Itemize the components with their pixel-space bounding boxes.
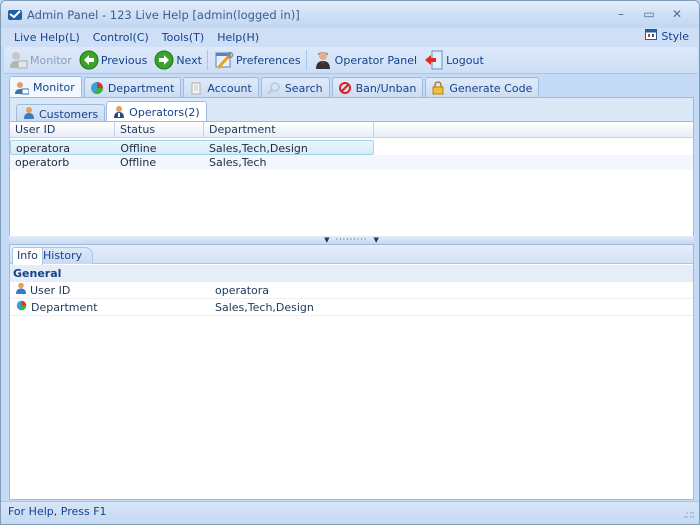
user-icon: [23, 106, 35, 122]
tab-customers-label: Customers: [39, 107, 99, 121]
tab-monitor[interactable]: Monitor: [9, 76, 82, 98]
tab-ban-unban-label: Ban/Unban: [355, 81, 417, 95]
admin-panel-window: Admin Panel - 123 Live Help [admin(logge…: [0, 0, 700, 525]
logout-door-icon: [424, 50, 444, 70]
tab-search[interactable]: Search: [260, 77, 330, 98]
menu-control[interactable]: Control(C): [86, 31, 155, 44]
menu-tools[interactable]: Tools(T): [155, 31, 210, 44]
grip-dots-icon: ·········: [335, 235, 368, 244]
tab-info[interactable]: Info: [12, 247, 43, 265]
preferences-button[interactable]: Preferences: [210, 48, 304, 72]
preferences-tools-icon: [214, 50, 234, 70]
column-header-department[interactable]: Department: [204, 122, 374, 138]
cell-department: Sales,Tech: [209, 156, 267, 169]
property-name: User ID: [30, 283, 71, 297]
tab-ban-unban[interactable]: Ban/Unban: [331, 77, 424, 98]
detail-tab-strip: History Info: [10, 245, 693, 265]
title-bar: Admin Panel - 123 Live Help [admin(logge…: [1, 1, 699, 28]
menu-bar: Live Help(L) Control(C) Tools(T) Help(H)…: [1, 28, 699, 47]
status-bar: For Help, Press F1 ⠠⠤ ⠤⠤: [1, 501, 699, 524]
ban-icon: [338, 81, 352, 95]
notepad-icon: [189, 81, 203, 95]
collapse-arrow-icon: ▼: [324, 236, 330, 244]
property-value: Sales,Tech,Design: [215, 301, 314, 314]
tab-monitor-label: Monitor: [33, 81, 75, 94]
cell-user-id: operatorb: [15, 156, 70, 169]
style-window-icon: [645, 29, 658, 43]
tab-account-label: Account: [207, 81, 252, 95]
property-row[interactable]: Department Sales,Tech,Design: [10, 299, 693, 316]
tab-generate-code[interactable]: Generate Code: [425, 77, 540, 98]
tab-department-label: Department: [107, 81, 175, 95]
tab-operators-label: Operators(2): [129, 106, 200, 119]
main-tab-strip: Monitor Department Account Search Ban/Un…: [9, 76, 541, 98]
logout-button[interactable]: Logout: [420, 48, 487, 72]
status-text: For Help, Press F1: [8, 505, 107, 518]
property-value: operatora: [215, 284, 270, 297]
resize-grip-icon[interactable]: ⠠⠤ ⠤⠤: [683, 508, 695, 520]
cell-user-id: operatora: [16, 142, 71, 155]
close-button[interactable]: ✕: [663, 5, 691, 23]
operators-list[interactable]: User ID Status Department operatora Offl…: [10, 121, 693, 242]
previous-label: Previous: [100, 53, 148, 67]
arrow-left-icon: [79, 50, 99, 70]
column-header-user-id[interactable]: User ID: [10, 122, 115, 138]
operator-user-icon: [113, 105, 125, 121]
maximize-button[interactable]: ▭: [635, 5, 663, 23]
menu-help[interactable]: Help(H): [210, 31, 265, 44]
property-name: Department: [31, 300, 98, 314]
tab-generate-code-label: Generate Code: [449, 81, 533, 95]
sub-tab-strip: Customers Operators(2): [16, 101, 208, 123]
operator-panel-label: Operator Panel: [334, 53, 418, 67]
menu-live-help[interactable]: Live Help(L): [1, 31, 86, 44]
arrow-right-icon: [154, 50, 174, 70]
detail-panel: History Info General User ID operatora D…: [9, 244, 694, 500]
monitor-user-icon: [8, 50, 28, 70]
cell-status: Offline: [120, 142, 157, 155]
toolbar: Monitor Previous Next Preferences Operat…: [4, 47, 698, 74]
logout-label: Logout: [446, 53, 484, 67]
splitter-handle[interactable]: ▼ ········· ▼: [9, 236, 694, 244]
toolbar-separator: [305, 50, 307, 70]
property-row[interactable]: User ID operatora: [10, 282, 693, 299]
style-label: Style: [661, 29, 689, 43]
cell-department: Sales,Tech,Design: [208, 142, 308, 155]
preferences-label: Preferences: [235, 53, 301, 67]
previous-button[interactable]: Previous: [75, 48, 151, 72]
magnifier-icon: [267, 81, 281, 95]
lock-icon: [431, 81, 445, 95]
monitor-button[interactable]: Monitor: [4, 48, 75, 72]
tab-account[interactable]: Account: [183, 77, 259, 98]
property-section-general: General: [10, 265, 693, 282]
operator-icon: [313, 50, 333, 70]
table-row[interactable]: operatorb Offline Sales,Tech: [10, 155, 693, 170]
monitor-user-icon: [15, 81, 29, 95]
window-title: Admin Panel - 123 Live Help [admin(logge…: [27, 7, 300, 22]
collapse-arrow-icon: ▼: [373, 236, 379, 244]
tab-department[interactable]: Department: [83, 77, 182, 98]
tab-search-label: Search: [284, 81, 323, 95]
toolbar-separator: [206, 50, 208, 70]
minimize-button[interactable]: –: [607, 5, 635, 23]
tab-operators[interactable]: Operators(2): [106, 101, 207, 123]
style-button[interactable]: Style: [645, 29, 689, 43]
next-label: Next: [176, 53, 202, 67]
monitor-label: Monitor: [30, 53, 72, 67]
app-logo-icon: [7, 7, 23, 23]
column-header-status[interactable]: Status: [115, 122, 204, 138]
next-button[interactable]: Next: [150, 48, 205, 72]
monitor-panel: Customers Operators(2) User ID Status De…: [9, 97, 694, 243]
tab-history[interactable]: History: [38, 247, 94, 264]
operator-panel-button[interactable]: Operator Panel: [309, 48, 420, 72]
pie-chart-icon: [90, 81, 104, 95]
cell-status: Offline: [120, 156, 157, 169]
list-header: User ID Status Department: [10, 122, 693, 138]
pie-chart-icon: [16, 299, 27, 316]
table-row[interactable]: operatora Offline Sales,Tech,Design: [10, 140, 693, 155]
user-icon: [16, 282, 26, 299]
